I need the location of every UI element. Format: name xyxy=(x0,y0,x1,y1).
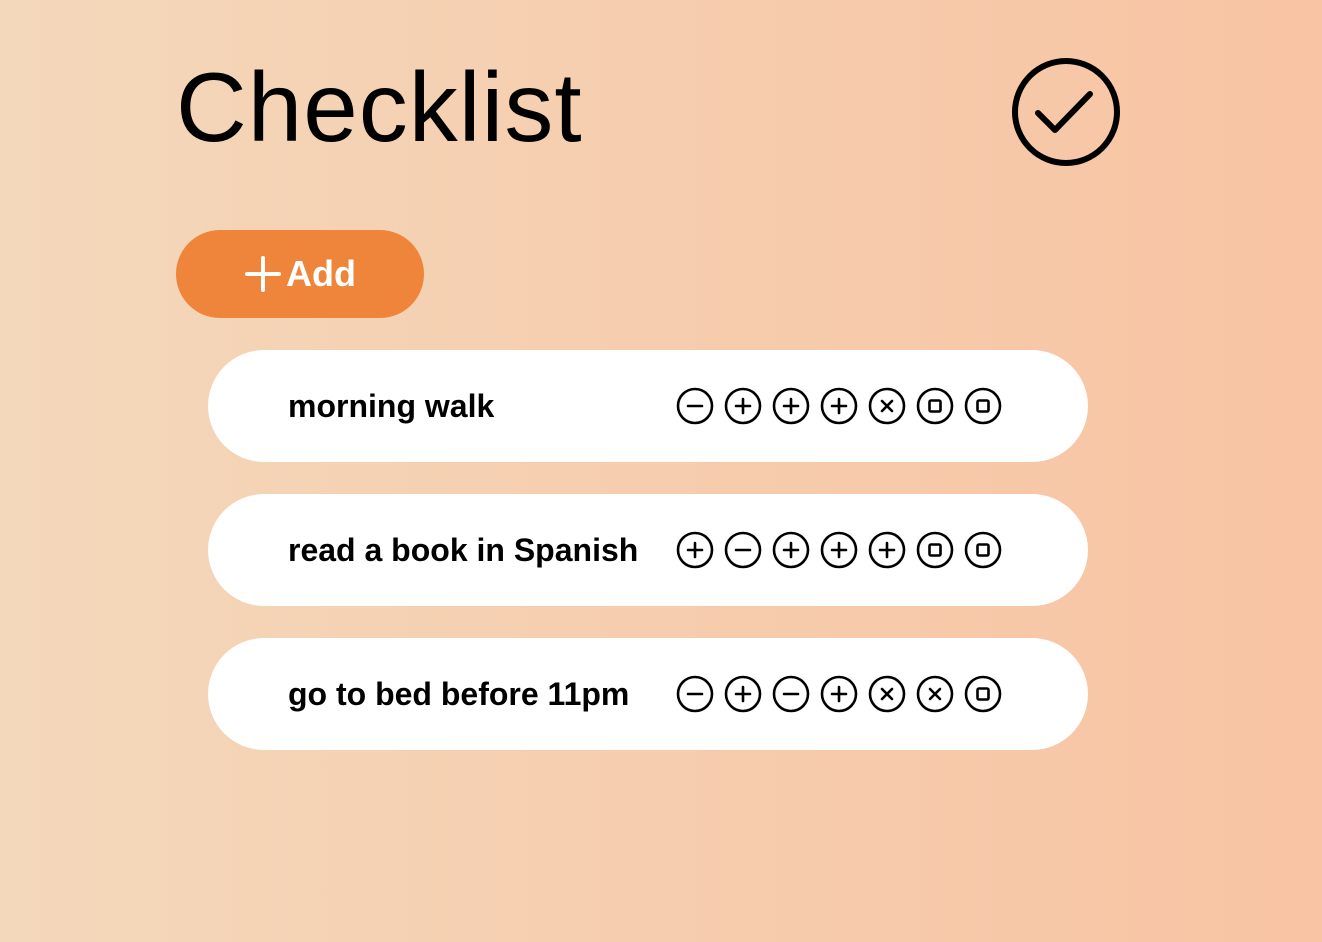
plus-circle-icon[interactable] xyxy=(676,531,714,569)
plus-circle-icon[interactable] xyxy=(820,675,858,713)
plus-circle-icon[interactable] xyxy=(724,387,762,425)
square-circle-icon[interactable] xyxy=(916,531,954,569)
item-label: morning walk xyxy=(288,388,495,424)
item-status-icons xyxy=(676,675,1002,713)
plus-circle-icon[interactable] xyxy=(772,531,810,569)
item-label: read a book in Spanish xyxy=(288,532,639,568)
square-circle-icon[interactable] xyxy=(964,531,1002,569)
item-label: go to bed before 11pm xyxy=(288,676,630,712)
item-status-icons xyxy=(676,531,1002,569)
minus-circle-icon[interactable] xyxy=(724,531,762,569)
minus-circle-icon[interactable] xyxy=(772,675,810,713)
checklist: morning walk read a book in Spanish go t… xyxy=(208,350,1088,782)
list-item: go to bed before 11pm xyxy=(208,638,1088,750)
square-circle-icon[interactable] xyxy=(916,387,954,425)
item-status-icons xyxy=(676,387,1002,425)
list-item: morning walk xyxy=(208,350,1088,462)
times-circle-icon[interactable] xyxy=(916,675,954,713)
plus-circle-icon[interactable] xyxy=(772,387,810,425)
plus-icon xyxy=(245,256,281,292)
plus-circle-icon[interactable] xyxy=(868,531,906,569)
times-circle-icon[interactable] xyxy=(868,387,906,425)
minus-circle-icon[interactable] xyxy=(676,675,714,713)
square-circle-icon[interactable] xyxy=(964,675,1002,713)
plus-circle-icon[interactable] xyxy=(820,387,858,425)
add-button-label: Add xyxy=(286,253,356,294)
check-circle-icon[interactable] xyxy=(1010,56,1122,168)
plus-circle-icon[interactable] xyxy=(724,675,762,713)
minus-circle-icon[interactable] xyxy=(676,387,714,425)
list-item: read a book in Spanish xyxy=(208,494,1088,606)
square-circle-icon[interactable] xyxy=(964,387,1002,425)
page-title: Checklist xyxy=(176,52,583,162)
plus-circle-icon[interactable] xyxy=(820,531,858,569)
add-button[interactable]: Add xyxy=(176,230,424,318)
times-circle-icon[interactable] xyxy=(868,675,906,713)
